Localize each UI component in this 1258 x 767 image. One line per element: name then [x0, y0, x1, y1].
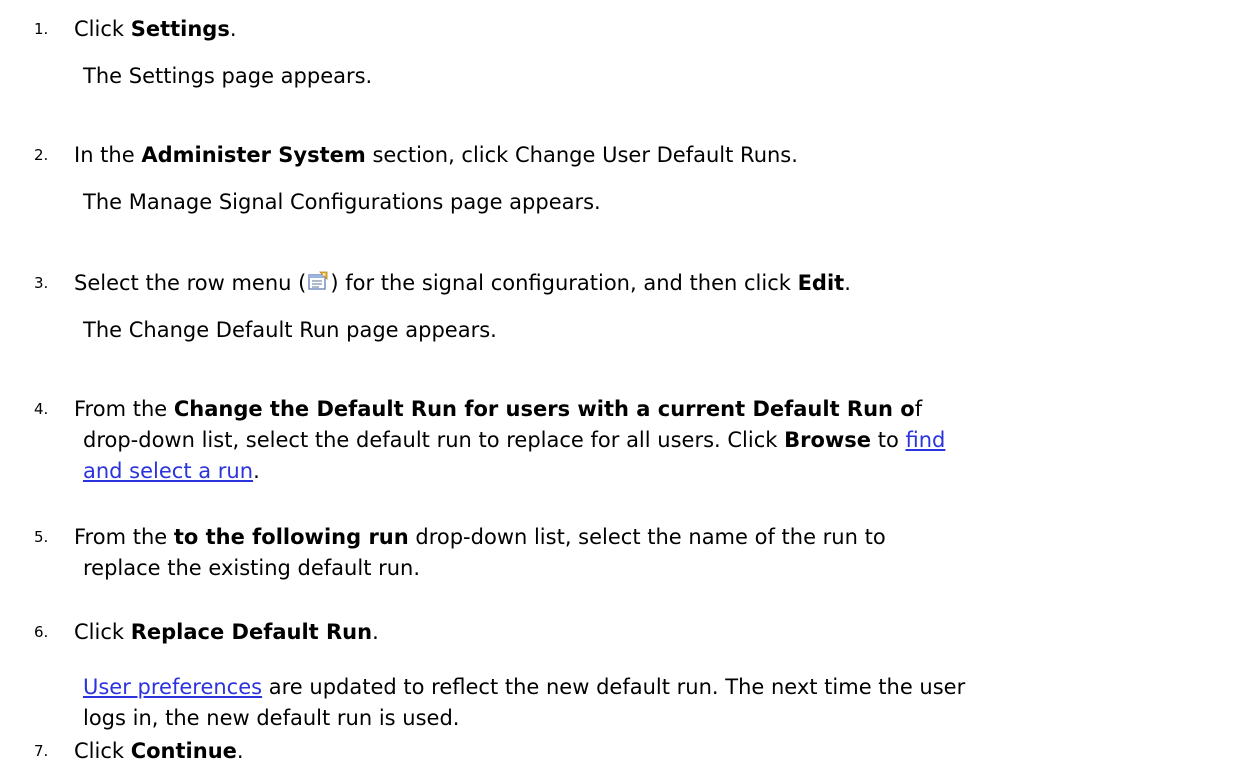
- step-result: The Change Default Run page appears.: [83, 318, 497, 342]
- step-result: The Settings page appears.: [83, 64, 373, 88]
- instruction-line: From the to the following run drop-down …: [74, 522, 1244, 553]
- step-result: The Manage Signal Configurations page ap…: [83, 190, 601, 214]
- instruction-text: .: [372, 620, 379, 644]
- ui-term: Edit: [797, 271, 845, 295]
- ui-term: to the following run: [173, 525, 409, 549]
- instruction-text: .: [844, 271, 851, 295]
- instruction-text: section, click Change User Default Runs.: [365, 143, 798, 167]
- step-number: 1.: [34, 20, 49, 38]
- instruction-text: .: [229, 17, 237, 41]
- find-run-link[interactable]: find: [905, 428, 945, 452]
- instruction-text: ) for the signal configuration, and then…: [330, 271, 798, 295]
- instruction-text: .: [236, 739, 244, 763]
- user-preferences-link[interactable]: User preferences: [83, 675, 262, 699]
- instruction-text: f: [914, 397, 923, 421]
- step-instruction: Click Replace Default Run.: [74, 617, 379, 648]
- step-result: User preferences are updated to reflect …: [74, 672, 1244, 734]
- step-instruction: Click Settings.: [74, 14, 237, 45]
- instruction-text: Click: [74, 739, 131, 763]
- instruction-text: From the: [74, 397, 174, 421]
- find-run-link[interactable]: and select a run: [83, 459, 253, 483]
- step-number: 7.: [34, 742, 49, 760]
- instruction-text: Click: [74, 620, 131, 644]
- instruction-text: From the: [74, 525, 174, 549]
- instruction-text: drop-down list, select the name of the r…: [408, 525, 886, 549]
- instruction-text: are updated to reflect the new default r…: [262, 675, 966, 699]
- step-number: 2.: [34, 146, 49, 164]
- instruction-line: replace the existing default run.: [83, 556, 421, 580]
- step-number: 5.: [34, 528, 49, 546]
- ui-term: Settings: [130, 17, 230, 41]
- ui-term: Administer System: [141, 143, 366, 167]
- step-instruction: From the to the following run drop-down …: [74, 522, 1244, 584]
- instruction-line: User preferences are updated to reflect …: [74, 672, 1244, 703]
- step-number: 4.: [34, 400, 49, 418]
- instruction-text: drop-down list, select the default run t…: [83, 428, 785, 452]
- instruction-line: and select a run.: [74, 456, 1244, 487]
- ui-term: Change the Default Run for users with a …: [173, 397, 915, 421]
- instruction-line: From the Change the Default Run for user…: [74, 394, 1244, 425]
- step-instruction: Click Continue.: [74, 736, 244, 767]
- instruction-text: .: [253, 459, 260, 483]
- instruction-line: drop-down list, select the default run t…: [74, 425, 1244, 456]
- instruction-text: to: [871, 428, 906, 452]
- step-number: 6.: [34, 623, 49, 641]
- row-menu-icon: [307, 269, 329, 290]
- step-instruction: In the Administer System section, click …: [74, 140, 798, 171]
- instruction-text: In the: [74, 143, 142, 167]
- instruction-text: Select the row menu (: [74, 271, 307, 295]
- step-instruction: Select the row menu ( ) for the signal c…: [74, 268, 851, 299]
- ui-term: Replace Default Run: [130, 620, 373, 644]
- instruction-text: Click: [74, 17, 131, 41]
- ui-term: Browse: [784, 428, 872, 452]
- step-instruction: From the Change the Default Run for user…: [74, 394, 1244, 487]
- ui-term: Continue: [130, 739, 237, 763]
- step-number: 3.: [34, 274, 49, 292]
- instruction-line: logs in, the new default run is used.: [83, 706, 460, 730]
